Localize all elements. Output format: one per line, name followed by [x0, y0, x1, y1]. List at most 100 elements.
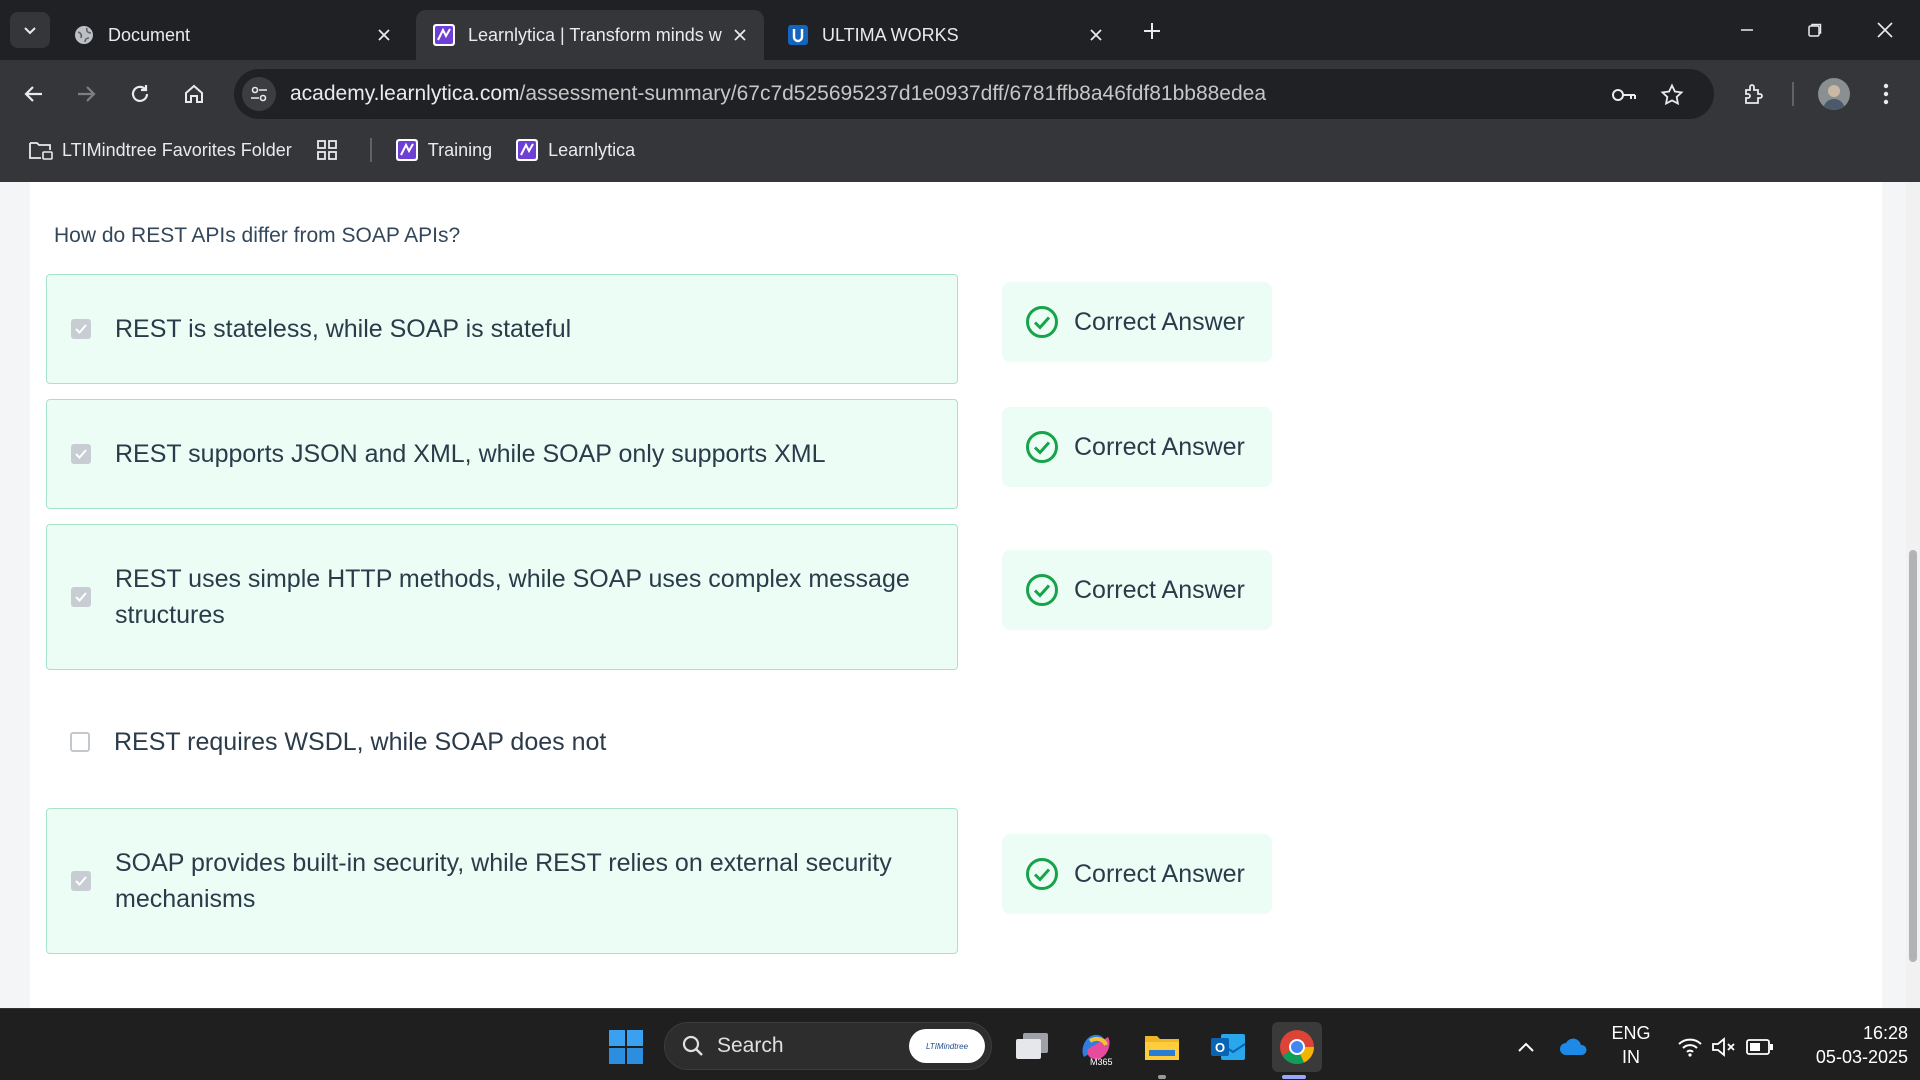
profile-avatar[interactable] [1818, 78, 1850, 110]
close-icon[interactable] [370, 21, 398, 49]
bookmark-ltimindtree-folder[interactable]: LTIMindtree Favorites Folder [28, 137, 292, 163]
option-text: SOAP provides built-in security, while R… [115, 849, 892, 913]
bookmark-label: Learnlytica [548, 139, 636, 160]
bookmark-label: Training [427, 139, 493, 160]
answer-option[interactable]: REST is stateless, while SOAP is statefu… [46, 274, 958, 384]
checkbox-checked[interactable] [71, 319, 91, 339]
minimize-icon [1741, 29, 1753, 31]
checkbox-checked[interactable] [71, 444, 91, 464]
battery-button[interactable] [1738, 1025, 1782, 1069]
learnlytica-logo-icon [394, 137, 420, 163]
check-icon [75, 592, 87, 602]
chrome-button[interactable] [1272, 1022, 1322, 1072]
folder-icon [1145, 1036, 1179, 1060]
correct-answer-label: Correct Answer [1074, 575, 1245, 604]
battery-icon [1746, 1039, 1773, 1055]
check-icon [75, 876, 87, 886]
ltimindtree-search-badge: LTIMindtree [909, 1029, 985, 1063]
learnlytica-logo-icon [514, 137, 540, 163]
check-icon [75, 324, 87, 334]
close-window-button[interactable] [1862, 10, 1908, 50]
language-indicator[interactable]: ENG IN [1604, 1021, 1658, 1069]
windows-logo-icon [609, 1030, 643, 1064]
restore-icon [1808, 23, 1822, 37]
learnlytica-logo-icon [432, 23, 456, 47]
clock-time: 16:28 [1862, 1023, 1908, 1043]
correct-answer-badge: Correct Answer [1002, 282, 1272, 362]
active-app-indicator [1282, 1075, 1306, 1079]
checkbox-unchecked[interactable] [70, 732, 90, 752]
taskbar-search[interactable]: Search LTIMindtree [664, 1022, 992, 1070]
checkbox-checked[interactable] [71, 871, 91, 891]
language-code: ENG [1611, 1023, 1651, 1043]
back-button[interactable] [14, 74, 54, 114]
ultima-logo-icon [786, 23, 810, 47]
answer-option[interactable]: REST supports JSON and XML, while SOAP o… [46, 399, 958, 509]
system-clock[interactable]: 16:28 05-03-2025 [1788, 1021, 1908, 1069]
outlook-button[interactable]: O [1206, 1025, 1250, 1069]
extensions-puzzle-icon[interactable] [1734, 74, 1774, 114]
answer-option[interactable]: REST uses simple HTTP methods, while SOA… [46, 524, 958, 670]
close-icon[interactable] [726, 21, 754, 49]
scrollbar-thumb[interactable] [1909, 550, 1917, 962]
m365-copilot-icon: M365 [1082, 1034, 1113, 1067]
chevron-up-icon [1518, 1042, 1534, 1052]
page-content: How do REST APIs differ from SOAP APIs? … [0, 182, 1920, 1008]
check-circle-icon [1024, 429, 1060, 465]
page-scrollbar[interactable] [1906, 182, 1920, 1008]
onedrive-button[interactable] [1552, 1025, 1596, 1069]
clock-date: 05-03-2025 [1815, 1047, 1908, 1067]
plus-icon [1144, 23, 1160, 39]
arrow-right-icon [78, 86, 96, 102]
option-text: REST is stateless, while SOAP is statefu… [115, 315, 572, 343]
bookmark-separator [369, 138, 372, 162]
task-view-icon [1016, 1033, 1048, 1059]
question-card: How do REST APIs differ from SOAP APIs? … [30, 182, 1882, 1008]
address-bar[interactable]: academy.learnlytica.com/assessment-summa… [234, 69, 1714, 119]
reload-button[interactable] [120, 74, 160, 114]
show-hidden-icons-button[interactable] [1504, 1025, 1548, 1069]
bookmark-learnlytica[interactable]: Learnlytica [514, 137, 635, 163]
tab-document[interactable]: Document [56, 10, 408, 60]
close-icon [1877, 22, 1893, 38]
close-icon[interactable] [1082, 21, 1110, 49]
file-explorer-button[interactable] [1140, 1025, 1184, 1069]
search-icon [682, 1035, 703, 1056]
forward-button[interactable] [66, 74, 106, 114]
correct-answer-badge: Correct Answer [1002, 407, 1272, 487]
more-menu-icon[interactable] [1866, 74, 1906, 114]
home-icon [185, 84, 203, 103]
tab-search-button[interactable] [10, 12, 50, 48]
url-text: academy.learnlytica.com/assessment-summa… [290, 82, 1266, 106]
onedrive-cloud-icon [1560, 1038, 1587, 1055]
url-path: /assessment-summary/67c7d525695237d1e093… [519, 82, 1267, 105]
checkbox-checked[interactable] [71, 587, 91, 607]
tab-strip: Document Learnlytica | Transform minds w… [0, 0, 1920, 60]
minimize-button[interactable] [1724, 10, 1770, 50]
password-key-icon[interactable] [1606, 77, 1642, 113]
question-text: How do REST APIs differ from SOAP APIs? [54, 224, 461, 247]
tab-title: Document [108, 24, 191, 45]
restore-button[interactable] [1792, 10, 1838, 50]
star-bookmark-icon[interactable] [1654, 77, 1690, 113]
bookmark-training[interactable]: Training [394, 137, 492, 163]
correct-answer-badge: Correct Answer [1002, 550, 1272, 630]
home-button[interactable] [174, 74, 214, 114]
site-info-button[interactable] [242, 77, 276, 111]
new-tab-button[interactable] [1136, 15, 1168, 47]
apps-grid-button[interactable] [314, 137, 348, 163]
tab-learnlytica[interactable]: Learnlytica | Transform minds w [416, 10, 764, 60]
option-text: REST supports JSON and XML, while SOAP o… [115, 440, 826, 468]
option-text: REST requires WSDL, while SOAP does not [114, 728, 607, 756]
url-host: academy.learnlytica.com [290, 82, 520, 105]
answer-option[interactable]: SOAP provides built-in security, while R… [46, 808, 958, 954]
task-view-button[interactable] [1010, 1025, 1054, 1069]
answer-option[interactable]: REST requires WSDL, while SOAP does not [46, 692, 958, 792]
m365-copilot-button[interactable]: M365 [1074, 1025, 1118, 1069]
tab-ultima-works[interactable]: ULTIMA WORKS [770, 10, 1120, 60]
outlook-icon: O [1211, 1034, 1246, 1060]
correct-answer-label: Correct Answer [1074, 859, 1245, 888]
correct-answer-label: Correct Answer [1074, 307, 1245, 336]
start-button[interactable] [604, 1025, 648, 1069]
tab-title: ULTIMA WORKS [822, 24, 959, 45]
